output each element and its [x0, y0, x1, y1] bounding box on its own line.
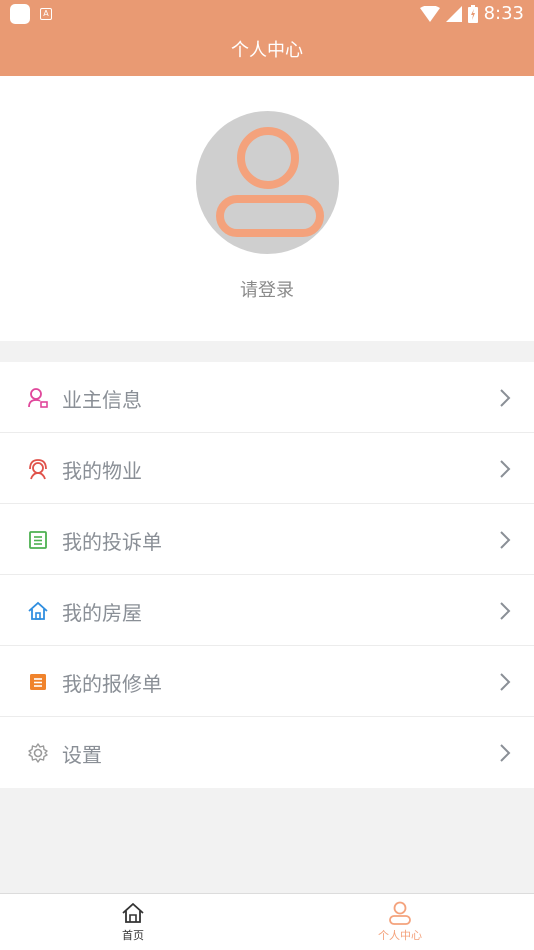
tab-personal-center[interactable]: 个人中心: [340, 900, 460, 943]
menu-item-label: 我的物业: [62, 459, 142, 483]
property-service-icon: [29, 459, 47, 480]
menu-item-label: 设置: [62, 743, 102, 767]
avatar[interactable]: [196, 111, 339, 254]
chevron-right-icon: [500, 460, 511, 478]
tab-home[interactable]: 首页: [73, 900, 193, 943]
menu-item-owner-info[interactable]: 业主信息: [0, 362, 534, 433]
menu-item-complaints[interactable]: 我的投诉单: [0, 504, 534, 575]
menu-item-label: 我的房屋: [62, 601, 142, 625]
menu-item-label: 业主信息: [62, 388, 142, 412]
house-icon: [28, 601, 48, 620]
chevron-right-icon: [500, 531, 511, 549]
chevron-right-icon: [500, 744, 511, 762]
gear-icon: [28, 743, 48, 763]
status-bar: A 8:33: [0, 0, 534, 28]
owner-info-icon: [28, 388, 48, 408]
app-notification-icon: [10, 4, 30, 24]
login-link[interactable]: 请登录: [0, 276, 534, 302]
menu-item-label: 我的投诉单: [62, 530, 162, 554]
menu-item-label: 我的报修单: [62, 672, 162, 696]
app-header: A 8:33 个人中心: [0, 0, 534, 76]
signal-icon: [445, 6, 462, 22]
page-title: 个人中心: [231, 40, 303, 61]
menu-list: 业主信息 我的物业 我的投诉单 我的房屋 我的报修单 设置: [0, 362, 534, 788]
home-icon: [122, 903, 144, 923]
chevron-right-icon: [500, 673, 511, 691]
chevron-right-icon: [500, 389, 511, 407]
tab-label: 首页: [122, 929, 144, 942]
status-time: 8:33: [483, 3, 524, 24]
wifi-icon: [419, 6, 440, 22]
profile-section: 请登录: [0, 76, 534, 341]
tab-label: 个人中心: [378, 929, 422, 942]
user-avatar-icon: [216, 127, 324, 237]
menu-item-my-house[interactable]: 我的房屋: [0, 575, 534, 646]
battery-icon: [467, 5, 478, 23]
menu-item-my-property[interactable]: 我的物业: [0, 433, 534, 504]
complaint-form-icon: [29, 531, 47, 549]
repair-form-icon: [30, 674, 46, 690]
menu-item-repairs[interactable]: 我的报修单: [0, 646, 534, 717]
bottom-tab-bar: 首页 个人中心: [0, 893, 534, 950]
chevron-right-icon: [500, 602, 511, 620]
menu-item-settings[interactable]: 设置: [0, 717, 534, 788]
keyboard-notification-icon: A: [40, 8, 52, 20]
person-icon: [389, 901, 411, 925]
